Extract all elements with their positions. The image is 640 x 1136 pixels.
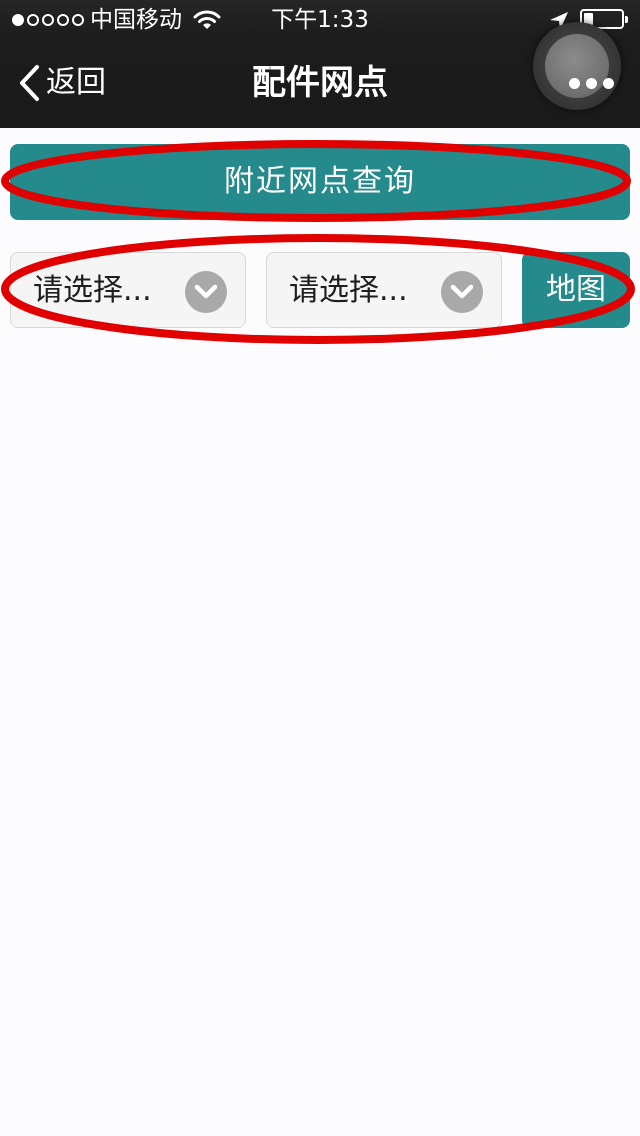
more-options-button[interactable]: [533, 22, 621, 110]
map-button[interactable]: 地图: [522, 252, 630, 328]
nearby-outlets-query-button[interactable]: 附近网点查询: [10, 144, 630, 220]
chevron-down-icon: [441, 271, 483, 313]
status-bar: 中国移动 下午1:33: [0, 0, 640, 40]
chevron-down-icon: [185, 271, 227, 313]
status-time: 下午1:33: [271, 7, 369, 33]
screen: 中国移动 下午1:33 返回 配件网点 附近网点查询 请选择... 请选择...…: [0, 0, 640, 1136]
more-dots-icon: [569, 78, 614, 89]
region-select-1[interactable]: 请选择...: [10, 252, 246, 328]
select-1-label: 请选择...: [33, 273, 152, 308]
top-bar: 中国移动 下午1:33 返回 配件网点: [0, 0, 640, 128]
select-2-label: 请选择...: [289, 273, 408, 308]
region-select-2[interactable]: 请选择...: [266, 252, 502, 328]
